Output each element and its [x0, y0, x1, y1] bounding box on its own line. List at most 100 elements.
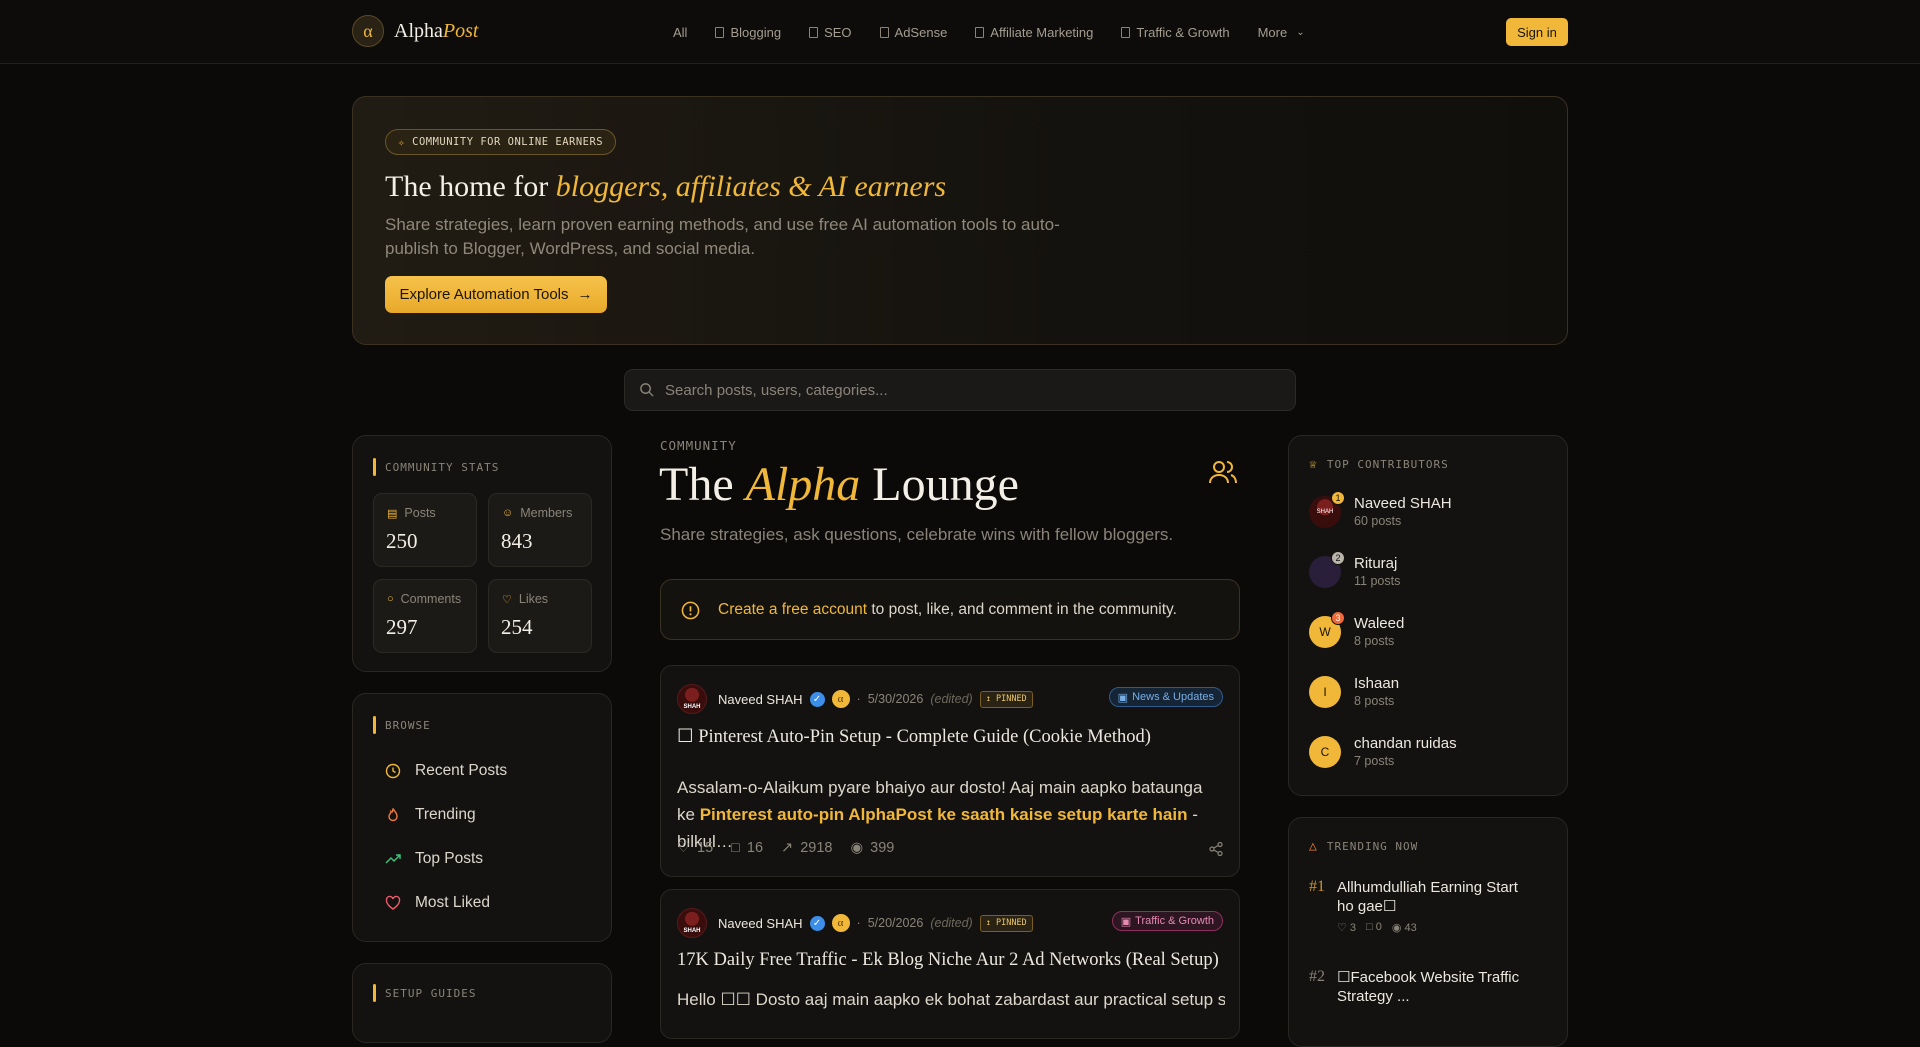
avatar-initial: W	[1319, 624, 1331, 639]
stat-comments-value: 297	[386, 615, 418, 639]
contributor-posts: 8 posts	[1354, 694, 1395, 708]
community-stats-card: COMMUNITY STATS ▤ Posts 250 ☺ Members 843 …	[352, 435, 612, 672]
rank-badge: 1	[1331, 490, 1345, 505]
browse-recent-posts-label: Recent Posts	[415, 762, 508, 779]
search-input[interactable]	[665, 370, 1285, 410]
trending-meta: ♡ 3 □ 0 ◉ 43	[1337, 921, 1537, 934]
pinned-label: PINNED	[995, 918, 1027, 928]
avatar[interactable]: SHAH	[677, 684, 707, 714]
pin-icon: ↥	[985, 694, 996, 704]
hero-title: The home for bloggers, affiliates & AI e…	[385, 170, 946, 204]
contributor-item[interactable]: C chandan ruidas 7 posts	[1309, 735, 1457, 768]
section-bar	[373, 984, 376, 1002]
post-author[interactable]: Naveed SHAH	[718, 692, 803, 707]
post-card[interactable]: SHAH Naveed SHAH ✓ α · 5/20/2026 (edited…	[660, 889, 1240, 1039]
section-bar	[373, 716, 376, 734]
category-icon: ▣	[1117, 691, 1129, 704]
category-badge-label: Traffic & Growth	[1135, 915, 1214, 927]
nav-seo[interactable]: SEO	[809, 25, 852, 40]
avatar: I	[1309, 675, 1341, 708]
category-badge-label: News & Updates	[1132, 691, 1214, 703]
trophy-icon: ♕	[1309, 457, 1318, 472]
contributor-item[interactable]: 2 Rituraj 11 posts	[1309, 550, 1401, 588]
category-badge[interactable]: ▣ News & Updates	[1108, 687, 1223, 707]
avatar[interactable]: SHAH	[677, 908, 707, 938]
avatar: W3	[1309, 610, 1345, 648]
sparkle-icon: ✧	[398, 135, 406, 149]
nav-affiliate[interactable]: Affiliate Marketing	[975, 25, 1093, 40]
community-stats-title-label: COMMUNITY STATS	[385, 460, 500, 474]
nav-all[interactable]: All	[673, 25, 687, 40]
search-bar	[624, 369, 1296, 411]
contributor-name: Ishaan	[1354, 675, 1400, 692]
browse-trending-label: Trending	[415, 806, 476, 823]
comment-icon: ○	[387, 593, 394, 605]
contributor-name: Waleed	[1354, 615, 1405, 632]
contributor-posts: 11 posts	[1354, 574, 1401, 588]
browse-top-posts[interactable]: Top Posts	[385, 850, 483, 868]
signup-notice: Create a free account to post, like, and…	[660, 579, 1240, 640]
setup-guides-card: SETUP GUIDES	[352, 963, 612, 1043]
notice-rest: to post, like, and comment in the commun…	[867, 601, 1177, 618]
setup-guides-title: SETUP GUIDES	[373, 984, 476, 1002]
post-excerpt: Hello ☐☐ Dosto aaj main aapko ek bohat z…	[677, 990, 1225, 1009]
browse-recent-posts[interactable]: Recent Posts	[385, 762, 507, 780]
browse-trending[interactable]: Trending	[385, 806, 476, 824]
share-icon[interactable]	[1209, 842, 1223, 856]
view-count: 399	[870, 840, 895, 856]
chevron-down-icon: ⌄	[1296, 26, 1305, 38]
post-title[interactable]: ☐ Pinterest Auto-Pin Setup - Complete Gu…	[677, 726, 1151, 748]
nav-blogging-label: Blogging	[730, 24, 782, 40]
flame-icon: △	[1309, 839, 1318, 854]
community-stats-title: COMMUNITY STATS	[373, 458, 499, 476]
contributor-name: Rituraj	[1354, 555, 1398, 572]
pinned-badge: ↥ PINNED	[979, 690, 1033, 708]
top-contributors-title-label: TOP CONTRIBUTORS	[1326, 458, 1449, 471]
post-title[interactable]: 17K Daily Free Traffic - Ek Blog Niche A…	[677, 950, 1219, 971]
nav-traffic-label: Traffic & Growth	[1136, 24, 1230, 40]
post-author[interactable]: Naveed SHAH	[718, 916, 803, 931]
like-count: 15	[697, 840, 714, 856]
contributor-name: Naveed SHAH	[1354, 495, 1452, 512]
trending-item[interactable]: #2 ☐Facebook Website Traffic Strategy ..…	[1309, 968, 1537, 1006]
category-badge[interactable]: ▣ Traffic & Growth	[1111, 911, 1223, 931]
page-title-highlight: Alpha	[745, 458, 861, 511]
document-icon: ▤	[387, 507, 398, 520]
category-icon	[975, 26, 985, 38]
explore-automation-tools-button[interactable]: Explore Automation Tools →	[385, 276, 607, 313]
sign-in-button[interactable]: Sign in	[1506, 18, 1568, 46]
brand-name-a: Alpha	[394, 19, 443, 42]
notice-text: Create a free account to post, like, and…	[718, 601, 1177, 619]
clock-icon	[385, 763, 401, 779]
contributor-name: chandan ruidas	[1354, 735, 1457, 752]
nav-more[interactable]: More ⌄	[1258, 25, 1305, 40]
contributor-posts: 7 posts	[1354, 754, 1395, 768]
top-contributors-card: ♕ TOP CONTRIBUTORS SHAH 1 Naveed SHAH 60 po…	[1288, 435, 1568, 796]
post-card[interactable]: SHAH Naveed SHAH ✓ α · 5/30/2026 (edited…	[660, 665, 1240, 877]
trending-now-title: △ TRENDING NOW	[1309, 839, 1418, 854]
contributor-item[interactable]: SHAH 1 Naveed SHAH 60 posts	[1309, 490, 1452, 528]
page-title: The Alpha Lounge	[659, 457, 1019, 512]
brand-logo[interactable]: α AlphaPost	[352, 15, 478, 47]
comment-button[interactable]: □ 16	[731, 840, 763, 856]
stat-members-label-text: Members	[520, 506, 573, 520]
contributor-item[interactable]: I Ishaan 8 posts	[1309, 675, 1399, 708]
like-button[interactable]: ♡ 15	[677, 840, 713, 856]
trending-up-icon	[385, 854, 401, 864]
category-nav: All Blogging SEO AdSense Affiliate Marke…	[673, 0, 1305, 64]
comment-count: 16	[746, 840, 764, 856]
contributor-item[interactable]: W3 Waleed 8 posts	[1309, 610, 1405, 648]
trending-title: Allhumdulliah Earning Start ho gae☐	[1337, 879, 1518, 915]
nav-adsense[interactable]: AdSense	[879, 25, 947, 40]
hero-banner: ✧ COMMUNITY FOR ONLINE EARNERS The home f…	[352, 96, 1568, 345]
browse-most-liked[interactable]: Most Liked	[385, 894, 490, 912]
trending-item[interactable]: #1 Allhumdulliah Earning Start ho gae☐ ♡…	[1309, 878, 1537, 934]
users-icon	[1209, 461, 1237, 484]
explore-button-label: Explore Automation Tools	[399, 286, 569, 303]
stat-posts-label-text: Posts	[404, 506, 436, 520]
nav-blogging[interactable]: Blogging	[715, 25, 781, 40]
page-subtitle: Share strategies, ask questions, celebra…	[660, 525, 1174, 544]
nav-traffic[interactable]: Traffic & Growth	[1121, 24, 1230, 40]
create-account-link[interactable]: Create a free account	[718, 601, 867, 618]
trending-now-card: △ TRENDING NOW #1 Allhumdulliah Earning S…	[1288, 817, 1568, 1047]
